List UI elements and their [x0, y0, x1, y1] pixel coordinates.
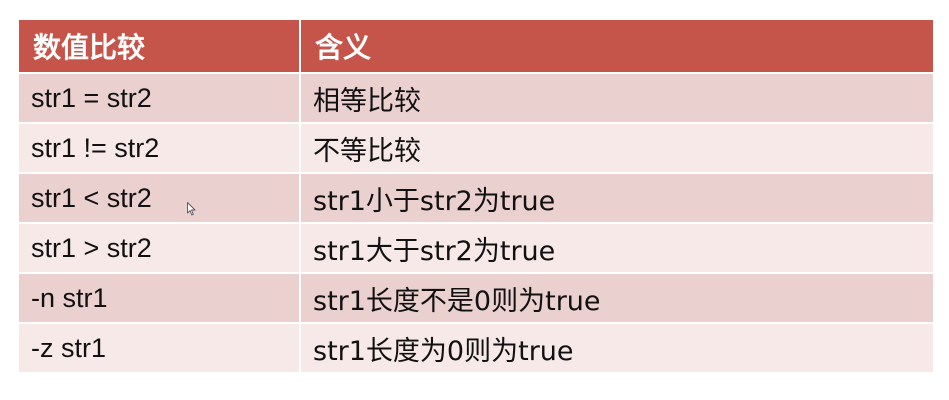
operator-cell: -n str1	[17, 272, 301, 324]
meaning-cell: 相等比较	[299, 72, 935, 124]
meaning-cell: str1小于str2为true	[299, 172, 935, 224]
meaning-cell: 不等比较	[299, 122, 935, 174]
table-row: str1 > str2 str1大于str2为true	[17, 222, 935, 274]
operator-cell: str1 != str2	[17, 122, 301, 174]
table-row: -z str1 str1长度为0则为true	[17, 322, 935, 374]
table-row: -n str1 str1长度不是0则为true	[17, 272, 935, 324]
slide: 数值比较 含义 str1 = str2 相等比较 str1 != str2 不等…	[0, 0, 949, 400]
operator-cell: str1 = str2	[17, 72, 301, 124]
table-row: str1 < str2 str1小于str2为true	[17, 172, 935, 224]
operator-cell: -z str1	[17, 322, 301, 374]
comparison-table: 数值比较 含义 str1 = str2 相等比较 str1 != str2 不等…	[17, 18, 935, 374]
meaning-cell: str1大于str2为true	[299, 222, 935, 274]
table-header-row: 数值比较 含义	[17, 18, 935, 74]
operator-cell: str1 < str2	[17, 172, 301, 224]
header-meaning: 含义	[299, 18, 935, 74]
operator-cell: str1 > str2	[17, 222, 301, 274]
meaning-cell: str1长度不是0则为true	[299, 272, 935, 324]
header-comparison: 数值比较	[17, 18, 301, 74]
table-row: str1 != str2 不等比较	[17, 122, 935, 174]
mouse-pointer-icon	[187, 202, 196, 216]
table-row: str1 = str2 相等比较	[17, 72, 935, 124]
meaning-cell: str1长度为0则为true	[299, 322, 935, 374]
